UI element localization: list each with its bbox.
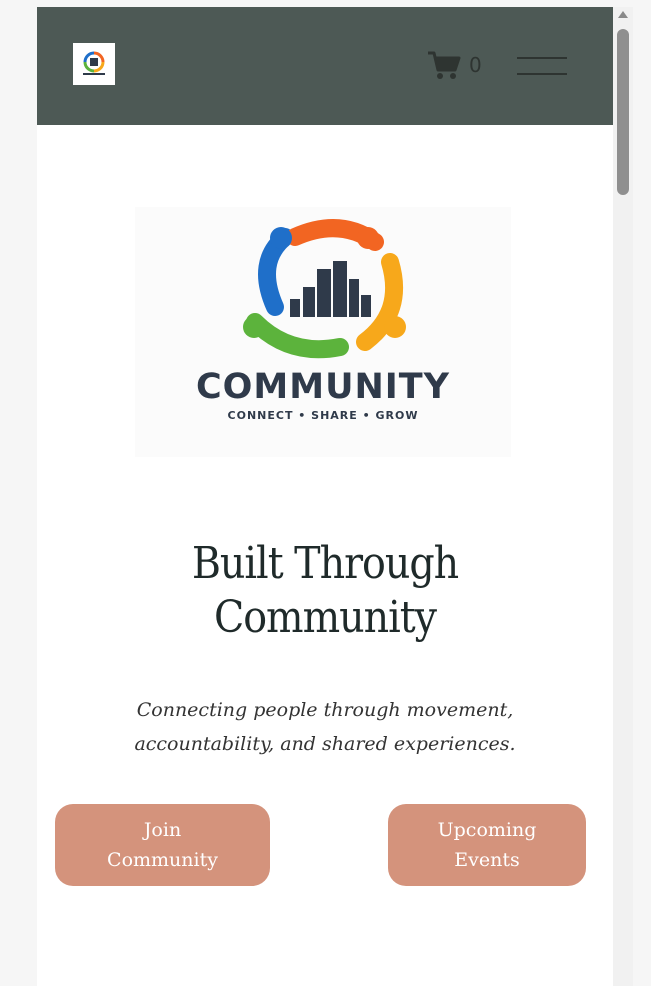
scroll-up-arrow-icon[interactable] — [618, 11, 628, 18]
page: 0 COMMUNITY CONNECT • SHARE • GROW Built… — [37, 7, 613, 986]
site-logo-icon — [83, 51, 105, 75]
menu-line — [517, 57, 567, 59]
join-button-line2: Community — [107, 849, 218, 871]
hamburger-menu-icon[interactable] — [517, 54, 569, 78]
cart-count: 0 — [469, 53, 482, 77]
hero-title-line1: Built Through — [191, 538, 459, 589]
hero-subtitle-line2: accountability, and shared experiences. — [134, 733, 516, 755]
cart-link[interactable]: 0 — [427, 49, 482, 81]
vertical-scrollbar[interactable] — [613, 7, 633, 986]
logo-wordmark: COMMUNITY — [195, 367, 451, 407]
join-community-button[interactable]: Join Community — [55, 804, 270, 886]
events-button-line1: Upcoming — [437, 819, 537, 841]
menu-line — [517, 73, 567, 75]
community-logo-graphic — [243, 219, 406, 359]
hero-subtitle-line1: Connecting people through movement, — [136, 699, 514, 721]
scrollbar-thumb[interactable] — [617, 29, 629, 195]
hero-subtitle: Connecting people through movement, acco… — [97, 693, 553, 761]
hero-title-line2: Community — [213, 592, 437, 643]
join-button-line1: Join — [143, 819, 182, 841]
site-logo[interactable] — [73, 43, 115, 85]
cart-icon — [428, 51, 461, 79]
site-header: 0 — [37, 7, 613, 125]
hero-logo: COMMUNITY CONNECT • SHARE • GROW — [135, 207, 511, 457]
events-button-line2: Events — [454, 849, 520, 871]
upcoming-events-button[interactable]: Upcoming Events — [388, 804, 586, 886]
logo-tagline: CONNECT • SHARE • GROW — [227, 409, 419, 422]
hero-title: Built Through Community — [37, 537, 613, 645]
